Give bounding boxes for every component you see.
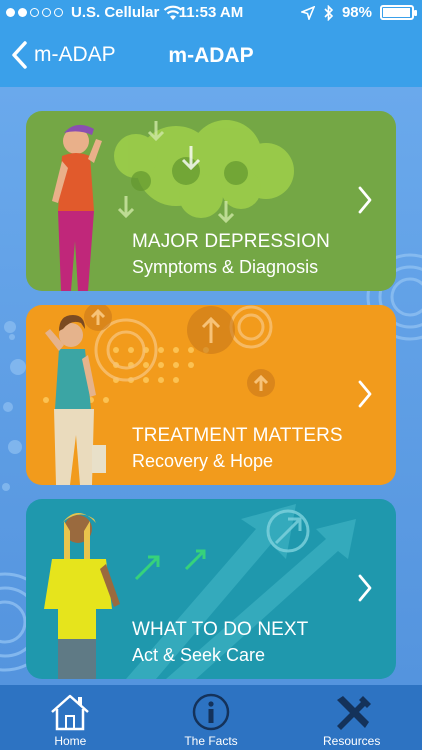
tab-bar: Home The Facts Resources	[0, 685, 422, 750]
home-icon	[51, 694, 90, 731]
card-major-depression[interactable]: MAJOR DEPRESSION Symptoms & Diagnosis	[26, 111, 396, 291]
location-arrow-icon	[300, 5, 315, 20]
bluetooth-icon	[324, 4, 334, 21]
card-title: MAJOR DEPRESSION	[132, 231, 330, 252]
tab-label: Resources	[323, 734, 381, 748]
card-what-to-do-next[interactable]: WHAT TO DO NEXT Act & Seek Care	[26, 499, 396, 679]
tab-home[interactable]: Home	[0, 685, 141, 750]
chevron-right-icon	[358, 380, 372, 408]
card-subtitle: Act & Seek Care	[132, 645, 266, 665]
tools-icon	[336, 696, 371, 730]
nav-bar: m-ADAP m-ADAP	[0, 26, 422, 87]
chevron-right-icon	[358, 574, 372, 602]
info-icon	[192, 693, 230, 731]
status-bar: U.S. Cellular 11:53 AM 98%	[0, 0, 422, 26]
card-title: TREATMENT MATTERS	[132, 425, 343, 446]
chevron-right-icon	[358, 186, 372, 214]
status-right: 98%	[300, 4, 417, 21]
tab-label: Home	[54, 734, 87, 748]
card-title: WHAT TO DO NEXT	[132, 619, 309, 640]
battery-icon	[380, 5, 417, 20]
battery-percent: 98%	[341, 4, 372, 21]
tab-the-facts[interactable]: The Facts	[141, 685, 282, 750]
header: U.S. Cellular 11:53 AM 98% m-ADAP m-ADAP	[0, 0, 422, 87]
tab-label: The Facts	[184, 734, 238, 748]
card-subtitle: Symptoms & Diagnosis	[132, 257, 319, 277]
main-content: MAJOR DEPRESSION Symptoms & Diagnosis TR…	[0, 87, 422, 685]
tab-resources[interactable]: Resources	[281, 685, 422, 750]
card-subtitle: Recovery & Hope	[132, 451, 274, 471]
page-title: m-ADAP	[168, 44, 254, 67]
card-treatment-matters[interactable]: TREATMENT MATTERS Recovery & Hope	[26, 305, 396, 485]
